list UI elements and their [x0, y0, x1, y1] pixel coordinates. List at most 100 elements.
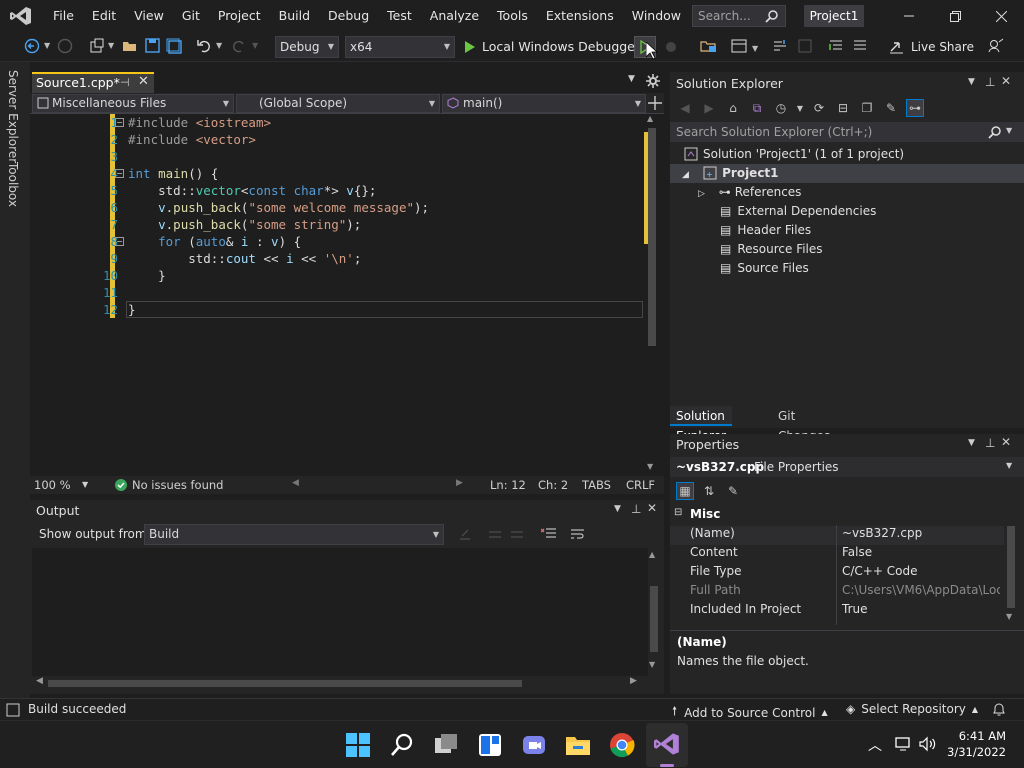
- gear-icon[interactable]: [646, 74, 660, 88]
- column-indicator[interactable]: Ch: 2: [538, 478, 568, 492]
- file-explorer-icon[interactable]: [564, 731, 592, 759]
- fold-toggle-icon[interactable]: −: [115, 237, 124, 246]
- property-pages-icon[interactable]: ✎: [724, 482, 742, 500]
- minimize-button[interactable]: [886, 0, 932, 32]
- editor-vertical-scrollbar[interactable]: ▲ ▼: [644, 114, 658, 476]
- menu-git[interactable]: Git: [173, 0, 209, 32]
- history-dropdown-icon[interactable]: ▼: [796, 99, 804, 117]
- fold-toggle-icon[interactable]: −: [115, 169, 124, 178]
- menu-view[interactable]: View: [125, 0, 173, 32]
- history-icon[interactable]: ◷: [772, 99, 790, 117]
- live-share-button[interactable]: Live Share: [889, 36, 974, 58]
- search-input[interactable]: Search...: [692, 5, 786, 27]
- properties-wrench-icon[interactable]: ✎: [882, 99, 900, 117]
- menu-tools[interactable]: Tools: [488, 0, 537, 32]
- properties-object-select[interactable]: ~vsB327.cpp File Properties ▼: [670, 457, 1024, 477]
- scroll-left-icon[interactable]: ◀: [292, 478, 299, 488]
- zoom-level[interactable]: 100 %: [34, 478, 71, 492]
- search-icon[interactable]: [388, 731, 416, 759]
- scroll-down-icon[interactable]: ▼: [649, 660, 655, 669]
- taskbar-active-app[interactable]: [646, 723, 688, 767]
- undo-icon[interactable]: [196, 38, 212, 54]
- network-icon[interactable]: [894, 736, 912, 752]
- undo-dropdown-icon[interactable]: ▼: [216, 41, 222, 50]
- tab-solution-explorer[interactable]: Solution Explorer: [670, 406, 732, 443]
- property-value[interactable]: True: [842, 602, 1000, 616]
- scrollbar-thumb[interactable]: [648, 128, 656, 346]
- tree-resource-files[interactable]: ▤ Resource Files: [720, 242, 823, 256]
- menu-build[interactable]: Build: [270, 0, 319, 32]
- line-indicator[interactable]: Ln: 12: [490, 478, 526, 492]
- widgets-icon[interactable]: [476, 731, 504, 759]
- tabs-indicator[interactable]: TABS: [582, 478, 611, 492]
- layout-icon[interactable]: [731, 38, 747, 54]
- collapsed-triangle-icon[interactable]: ▷: [698, 189, 705, 199]
- task-view-icon[interactable]: [432, 731, 460, 759]
- close-panel-icon[interactable]: ✕: [1001, 74, 1011, 88]
- tray-chevron-up-icon[interactable]: ︿: [868, 735, 882, 755]
- sync-icon[interactable]: ⟳: [810, 99, 828, 117]
- member-dropdown[interactable]: main() ▼: [442, 94, 646, 113]
- pin-icon[interactable]: ⊣: [120, 74, 130, 92]
- zoom-dropdown-icon[interactable]: ▼: [82, 480, 88, 489]
- scroll-down-icon[interactable]: ▼: [647, 462, 653, 471]
- property-row[interactable]: File Type C/C++ Code: [670, 564, 1004, 583]
- show-desktop-button[interactable]: [1012, 725, 1016, 765]
- property-value[interactable]: C/C++ Code: [842, 564, 1000, 578]
- collapse-all-icon[interactable]: ⊟: [834, 99, 852, 117]
- tree-external-dependencies[interactable]: ▤ External Dependencies: [720, 204, 876, 218]
- property-row[interactable]: Included In Project True: [670, 602, 1004, 621]
- property-row[interactable]: Full Path C:\Users\VM6\AppData\Local: [670, 583, 1004, 602]
- start-debugging-button[interactable]: Local Windows Debugger ▼: [462, 36, 652, 58]
- project-dropdown[interactable]: Miscellaneous Files ▼: [32, 94, 234, 113]
- close-tab-icon[interactable]: ✕: [138, 73, 149, 91]
- property-value[interactable]: False: [842, 545, 1000, 559]
- menu-project[interactable]: Project: [209, 0, 270, 32]
- panel-menu-icon[interactable]: ▼: [614, 504, 621, 514]
- property-row[interactable]: Content False: [670, 545, 1004, 564]
- property-value[interactable]: ~vsB327.cpp: [842, 526, 1000, 540]
- select-repository-button[interactable]: ◈ Select Repository ▲: [846, 702, 978, 716]
- scroll-left-icon[interactable]: ◀: [36, 676, 43, 686]
- pin-icon[interactable]: ⊥: [631, 502, 641, 516]
- menu-edit[interactable]: Edit: [83, 0, 125, 32]
- windows-start-icon[interactable]: [344, 731, 372, 759]
- tree-header-files[interactable]: ▤ Header Files: [720, 223, 811, 237]
- solution-search-input[interactable]: Search Solution Explorer (Ctrl+;) ▼: [670, 122, 1024, 142]
- search-options-icon[interactable]: ▼: [1006, 126, 1012, 135]
- menu-extensions[interactable]: Extensions: [537, 0, 623, 32]
- step-icon[interactable]: [772, 38, 788, 54]
- tree-references[interactable]: ▷ ⊶ References: [698, 185, 801, 199]
- pin-icon[interactable]: ⊥: [985, 75, 995, 89]
- toolbox-tab[interactable]: Toolbox: [6, 162, 20, 207]
- scrollbar-thumb[interactable]: [1007, 526, 1015, 608]
- tree-source-files[interactable]: ▤ Source Files: [720, 261, 809, 275]
- home-icon[interactable]: ⌂: [724, 99, 742, 117]
- new-dropdown-icon[interactable]: ▼: [108, 41, 114, 50]
- close-panel-icon[interactable]: ✕: [647, 501, 657, 515]
- scroll-right-icon[interactable]: ▶: [630, 676, 637, 686]
- split-view-icon[interactable]: [648, 96, 662, 110]
- new-project-icon[interactable]: [89, 38, 105, 54]
- platform-select[interactable]: x64 ▼: [345, 36, 455, 58]
- comment-lines-icon[interactable]: [828, 38, 844, 54]
- scrollbar-thumb[interactable]: [48, 680, 522, 687]
- menu-window[interactable]: Window: [623, 0, 690, 32]
- close-window-button[interactable]: [978, 0, 1024, 32]
- back-icon[interactable]: [24, 38, 40, 54]
- scrollbar-thumb[interactable]: [650, 586, 658, 652]
- menu-file[interactable]: File: [44, 0, 83, 32]
- code-editor[interactable]: 1 2 3 4 5 6 7 8 9 10 11 12 − − − #includ…: [30, 114, 664, 476]
- open-folder-icon[interactable]: [122, 38, 139, 54]
- scroll-up-icon[interactable]: ▲: [647, 114, 653, 123]
- volume-icon[interactable]: [918, 736, 938, 752]
- scope-dropdown[interactable]: (Global Scope) ▼: [236, 94, 440, 113]
- property-category[interactable]: ⊟ Misc: [670, 507, 1004, 526]
- solution-explorer-icon[interactable]: [700, 38, 718, 54]
- menu-debug[interactable]: Debug: [319, 0, 378, 32]
- properties-scrollbar[interactable]: ▼: [1004, 506, 1018, 626]
- tab-git-changes[interactable]: Git Changes: [772, 406, 836, 443]
- notification-bell-icon[interactable]: [992, 702, 1006, 717]
- scroll-right-icon[interactable]: ▶: [456, 478, 463, 488]
- save-all-icon[interactable]: [166, 38, 182, 54]
